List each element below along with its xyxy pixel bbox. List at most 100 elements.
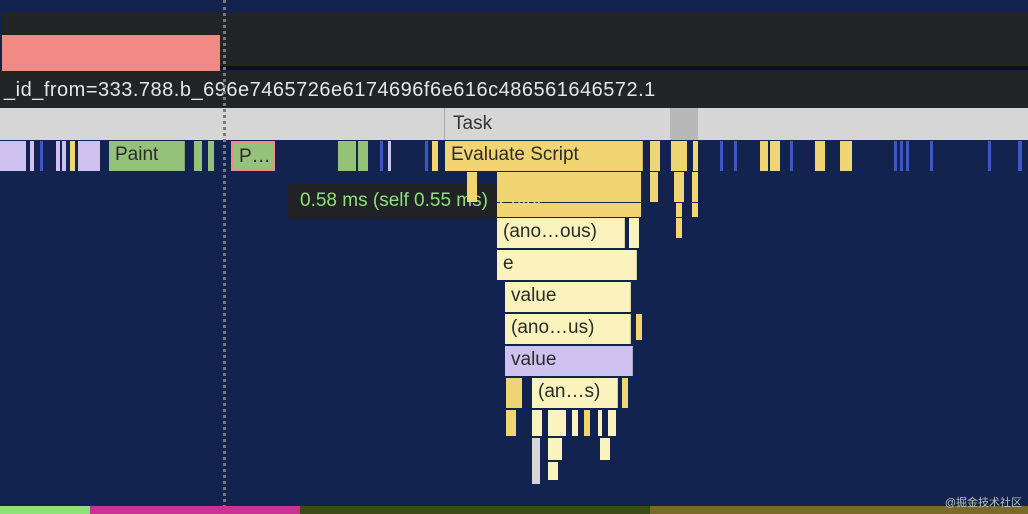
summary-seg-olive xyxy=(300,506,650,514)
task-tick xyxy=(882,108,884,140)
task-tick xyxy=(798,108,800,140)
paint-block[interactable]: Paint xyxy=(109,141,185,171)
task-tick xyxy=(918,108,921,140)
paint-label-abbrev: P… xyxy=(239,146,271,167)
task-tick xyxy=(425,108,428,140)
summary-seg-green xyxy=(0,506,90,514)
task-tick xyxy=(946,108,950,140)
task-tick xyxy=(1004,108,1007,140)
script-tick xyxy=(760,141,768,171)
task-tick xyxy=(734,108,737,140)
task-block[interactable] xyxy=(0,108,376,140)
task-tick xyxy=(875,108,878,140)
script-tick xyxy=(676,203,682,217)
tick xyxy=(988,141,991,171)
task-tick xyxy=(748,108,752,140)
layout-tick xyxy=(30,141,34,171)
script-tick xyxy=(467,172,477,202)
script-tick xyxy=(674,172,684,202)
script-tick xyxy=(650,141,660,171)
tick xyxy=(734,141,737,171)
value-block-purple[interactable]: value xyxy=(505,346,633,376)
task-tick xyxy=(924,108,927,140)
flame-row-tail1 xyxy=(0,410,1028,440)
flame-row-2[interactable] xyxy=(0,172,1028,202)
value-label: value xyxy=(511,349,556,370)
script-tick xyxy=(815,141,825,171)
paint-block[interactable] xyxy=(338,141,356,171)
script-tick xyxy=(840,141,852,171)
fn-e-label: e xyxy=(503,253,514,274)
layout-tick xyxy=(56,141,60,171)
task-tick xyxy=(432,108,439,140)
layout-block[interactable] xyxy=(78,141,100,171)
task-tick xyxy=(386,108,392,140)
task-tick xyxy=(935,108,939,140)
script-tick xyxy=(548,410,566,436)
script-tick xyxy=(598,410,602,436)
task-tick xyxy=(396,108,399,140)
value-label: value xyxy=(511,285,556,306)
script-tick xyxy=(532,410,542,436)
script-tick xyxy=(622,378,628,408)
script-tick xyxy=(432,141,438,171)
flame-row-task[interactable]: Task xyxy=(0,108,1028,140)
fn-e-block[interactable]: e xyxy=(497,250,637,280)
url-text: _id_from=333.788.b_696e7465726e6174696f6… xyxy=(4,79,656,101)
flame-row-1[interactable]: Paint P… Evaluate Script xyxy=(0,141,1028,173)
task-tick xyxy=(788,108,792,140)
layout-block[interactable] xyxy=(0,141,26,171)
task-tick xyxy=(838,108,852,140)
task-tick xyxy=(863,108,866,140)
task-tick xyxy=(890,108,914,140)
script-block[interactable] xyxy=(506,378,522,408)
task-tick xyxy=(720,108,724,140)
paint-block[interactable] xyxy=(358,141,368,171)
script-tick xyxy=(636,314,642,340)
anonymous-block[interactable]: (an…s) xyxy=(532,378,618,408)
task-tick xyxy=(704,108,716,140)
script-tick xyxy=(608,410,616,436)
paint-label: Paint xyxy=(115,144,158,165)
tick xyxy=(425,141,428,171)
tick xyxy=(900,141,903,171)
tick xyxy=(720,141,723,171)
anonymous-label: (ano…ous) xyxy=(503,221,597,242)
anonymous-block[interactable]: (ano…ous) xyxy=(497,218,625,248)
task-tick xyxy=(879,108,881,140)
tick xyxy=(40,141,43,171)
task-tick xyxy=(885,108,887,140)
url-bar: _id_from=333.788.b_696e7465726e6174696f6… xyxy=(0,72,1028,108)
anonymous-label: (an…s) xyxy=(538,381,600,402)
task-tick xyxy=(404,108,407,140)
task-tick xyxy=(1014,108,1018,140)
tick xyxy=(380,141,383,171)
task-tick xyxy=(760,108,782,140)
anonymous-block[interactable]: (ano…us) xyxy=(505,314,631,344)
script-tick xyxy=(629,218,639,248)
evaluate-script-block[interactable]: Evaluate Script xyxy=(445,141,643,171)
layout-tick xyxy=(62,141,66,171)
task-label: Task xyxy=(444,108,500,140)
task-tick xyxy=(1020,108,1028,140)
paint-tick xyxy=(194,141,202,171)
anonymous-label: (ano…us) xyxy=(511,317,594,338)
layout-tick xyxy=(388,141,391,171)
watermark: @掘金技术社区 xyxy=(945,494,1022,510)
tick xyxy=(1018,141,1022,171)
summary-seg-magenta xyxy=(90,506,300,514)
overview-long-task-marker[interactable] xyxy=(2,33,220,71)
tick xyxy=(906,141,909,171)
flame-row-tail3 xyxy=(0,462,1028,492)
task-block[interactable] xyxy=(670,108,698,140)
tick xyxy=(894,141,897,171)
value-block[interactable]: value xyxy=(505,282,631,312)
script-tick xyxy=(506,410,516,436)
script-tick xyxy=(692,172,698,202)
paint-block-selected[interactable]: P… xyxy=(231,141,275,171)
script-block[interactable] xyxy=(497,203,641,217)
task-tick xyxy=(929,108,932,140)
script-tick xyxy=(548,438,562,460)
tick xyxy=(930,141,933,171)
script-block[interactable] xyxy=(497,172,641,202)
